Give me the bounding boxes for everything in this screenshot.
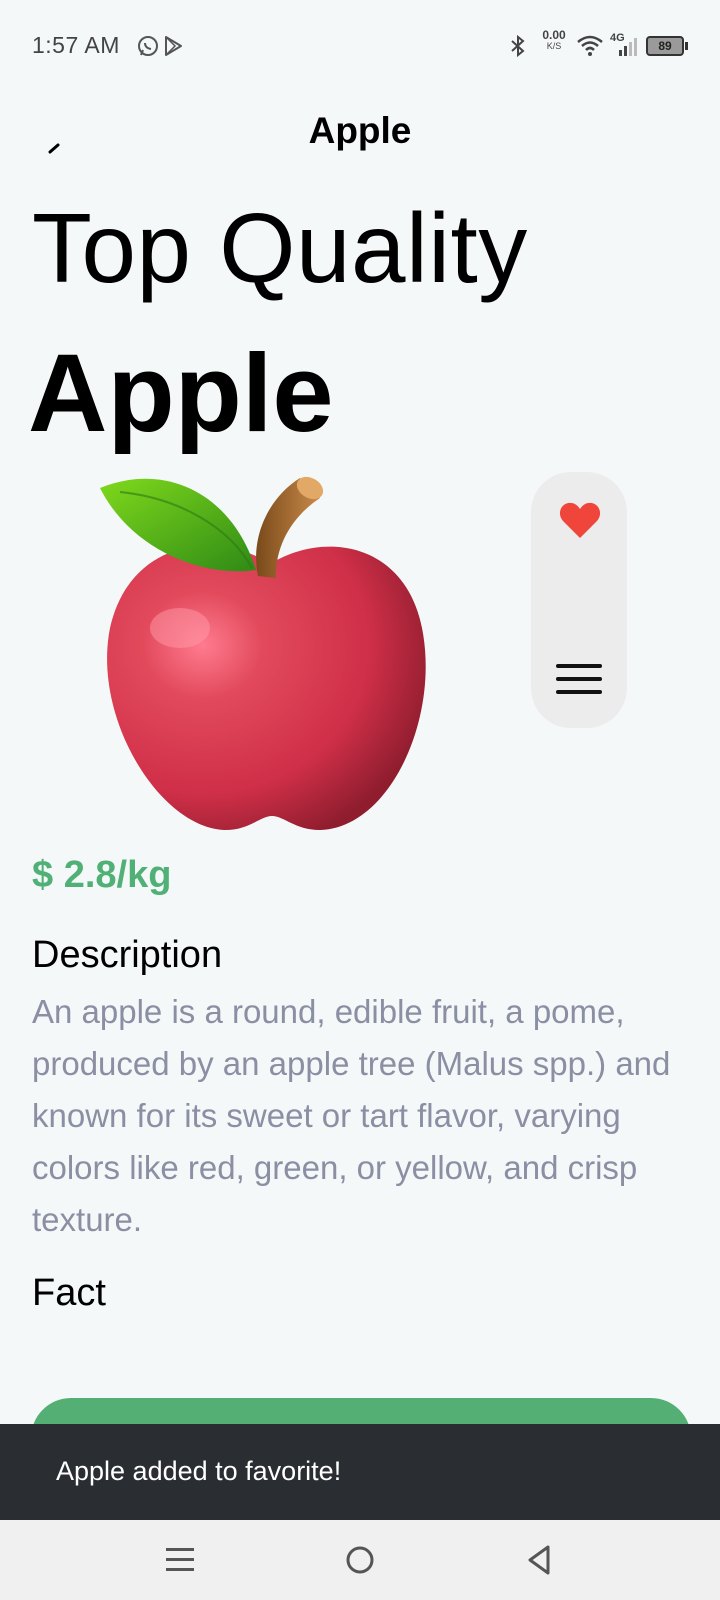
battery-level: 89 <box>658 39 672 53</box>
description-text: An apple is a round, edible fruit, a pom… <box>32 993 671 1238</box>
recents-icon <box>166 1548 194 1571</box>
status-time: 1:57 AM <box>32 32 120 58</box>
description-title: Description <box>32 934 223 976</box>
fact-text <box>32 1322 672 1338</box>
recents-button[interactable] <box>158 1540 202 1580</box>
snackbar-message: Apple added to favorite! <box>56 1456 342 1486</box>
signal-icon <box>619 38 637 56</box>
wifi-icon <box>577 35 603 56</box>
play-store-icon <box>165 36 182 56</box>
home-button[interactable] <box>338 1540 382 1580</box>
headline-product-name: Apple <box>28 332 334 455</box>
home-icon <box>346 1546 374 1574</box>
battery-tip <box>685 42 688 50</box>
fact-title: Fact <box>32 1272 106 1314</box>
net-speed: 0.00 K/S <box>536 28 572 52</box>
battery-icon: 89 <box>646 36 684 56</box>
back-icon <box>528 1545 550 1575</box>
net-speed-unit: K/S <box>546 41 562 51</box>
headline-top-quality: Top Quality <box>32 193 528 303</box>
price: $ 2.8/kg <box>32 854 172 896</box>
heart-icon[interactable] <box>558 500 602 540</box>
bluetooth-icon <box>511 34 525 58</box>
back-button[interactable] <box>518 1540 562 1580</box>
net-speed-value: 0.00 <box>542 28 566 42</box>
menu-icon[interactable] <box>556 662 602 696</box>
whatsapp-icon <box>138 36 158 56</box>
apple-image <box>100 476 426 830</box>
page-title: Apple <box>308 110 412 151</box>
